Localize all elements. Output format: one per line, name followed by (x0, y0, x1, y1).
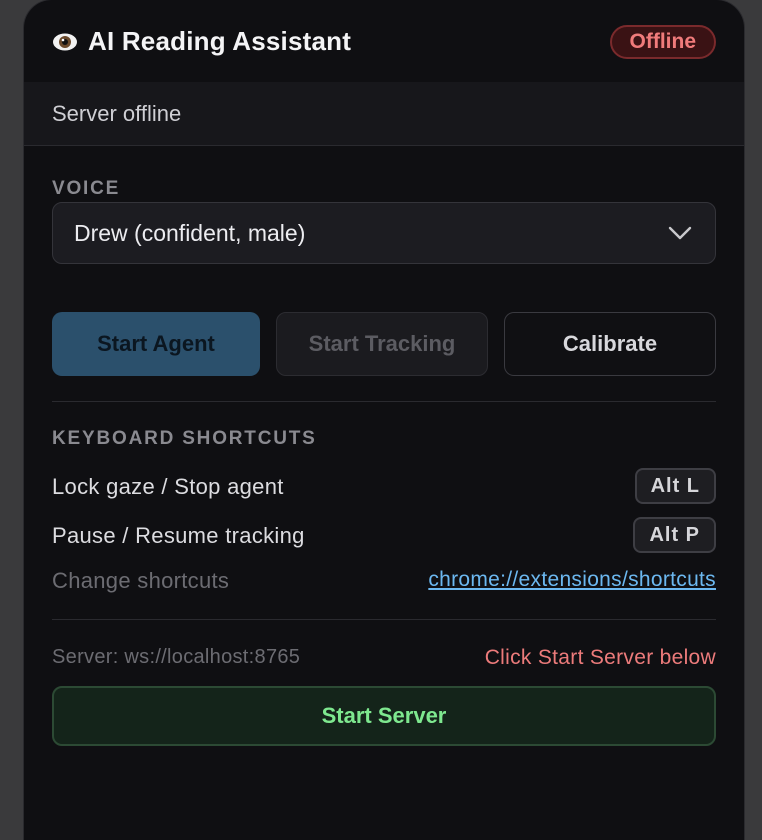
server-hint: Click Start Server below (484, 646, 716, 669)
voice-select-value: Drew (confident, male) (74, 219, 306, 246)
shortcut-label: Pause / Resume tracking (52, 523, 305, 548)
shortcut-row-pause-tracking: Pause / Resume tracking Alt P (52, 517, 716, 555)
divider (52, 401, 716, 402)
divider (52, 619, 716, 620)
header: AI Reading Assistant Offline (24, 0, 744, 82)
extension-popup: AI Reading Assistant Offline Server offl… (24, 0, 744, 840)
voice-section-label: VOICE (52, 178, 121, 199)
eye-icon (52, 29, 78, 55)
shortcut-label: Lock gaze / Stop agent (52, 474, 284, 499)
app-title: AI Reading Assistant (88, 26, 352, 56)
calibrate-button[interactable]: Calibrate (504, 312, 716, 376)
title-group: AI Reading Assistant (52, 26, 351, 57)
server-status-text: Server offline (52, 100, 182, 126)
start-server-button[interactable]: Start Server (52, 686, 716, 746)
chevron-down-icon (668, 226, 692, 240)
shortcut-row-lock-gaze: Lock gaze / Stop agent Alt L (52, 468, 716, 506)
shortcuts-settings-link[interactable]: chrome://extensions/shortcuts (428, 568, 716, 592)
start-agent-button[interactable]: Start Agent (52, 312, 260, 376)
server-status-bar: Server offline (24, 82, 744, 146)
server-url: Server: ws://localhost:8765 (52, 646, 301, 668)
shortcut-key: Alt P (633, 517, 716, 553)
status-badge: Offline (609, 25, 716, 59)
change-shortcuts-label: Change shortcuts (52, 568, 230, 593)
start-tracking-button[interactable]: Start Tracking (276, 312, 488, 376)
shortcut-key: Alt L (634, 468, 716, 504)
voice-select[interactable]: Drew (confident, male) (52, 202, 716, 264)
shortcuts-section-label: KEYBOARD SHORTCUTS (52, 428, 317, 449)
